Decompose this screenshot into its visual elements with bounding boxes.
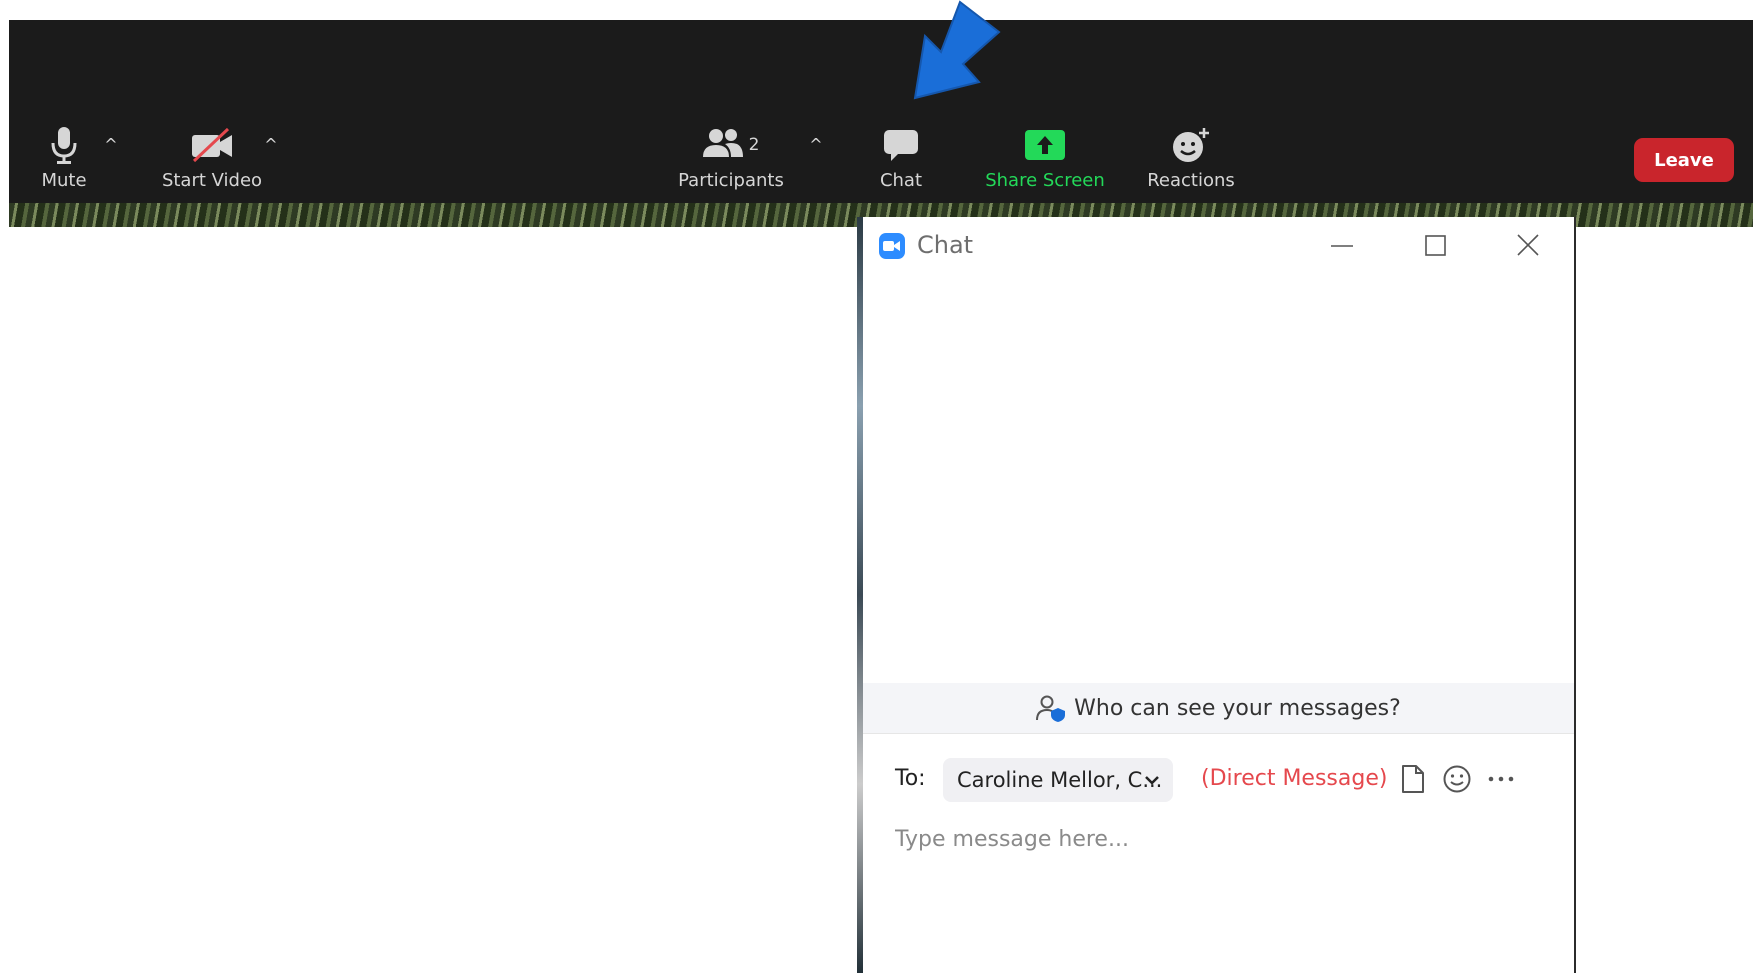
to-label: To: [895, 766, 926, 791]
share-screen-button[interactable]: Share Screen [985, 122, 1105, 191]
chat-window-title: Chat [917, 231, 974, 259]
maximize-icon[interactable] [1418, 229, 1452, 263]
share-screen-label: Share Screen [985, 170, 1105, 191]
participants-button[interactable]: 2 Participants [676, 122, 786, 191]
recipient-dropdown[interactable]: Caroline Mellor, C... [943, 758, 1173, 802]
minimize-icon[interactable] [1325, 229, 1359, 263]
participant-count: 2 [748, 135, 760, 155]
start-video-label: Start Video [161, 170, 263, 191]
chat-bubble-icon [875, 122, 927, 168]
audio-options-caret[interactable]: ^ [101, 135, 121, 154]
participants-label: Participants [678, 170, 784, 191]
direct-message-label: (Direct Message) [1201, 766, 1388, 791]
emoji-icon[interactable] [1440, 762, 1474, 796]
close-icon[interactable] [1511, 229, 1545, 263]
more-icon[interactable] [1484, 762, 1518, 796]
chat-button[interactable]: Chat [875, 122, 927, 191]
video-options-caret[interactable]: ^ [261, 135, 281, 154]
emoji-plus-icon [1146, 122, 1236, 168]
chat-label: Chat [879, 170, 923, 191]
mute-label: Mute [41, 170, 87, 191]
participants-options-caret[interactable]: ^ [806, 135, 826, 154]
message-input[interactable] [893, 813, 1537, 865]
chevron-down-icon [1143, 770, 1161, 794]
share-screen-icon [985, 122, 1105, 168]
start-video-button[interactable]: Start Video [160, 122, 264, 191]
mute-button[interactable]: Mute [35, 122, 93, 191]
file-icon[interactable] [1396, 762, 1430, 796]
participants-icon [702, 127, 743, 164]
annotation-arrow-icon [913, 0, 1001, 100]
video-off-icon [160, 122, 264, 168]
reactions-button[interactable]: Reactions [1146, 122, 1236, 191]
user-shield-icon [1036, 694, 1066, 722]
chat-window: Chat Who can see your messages? To: Caro… [863, 217, 1576, 973]
who-can-see-messages-link[interactable]: Who can see your messages? [863, 683, 1574, 734]
microphone-icon [35, 122, 93, 168]
who-can-see-text: Who can see your messages? [1074, 695, 1401, 721]
zoom-camera-icon [879, 233, 905, 259]
leave-button[interactable]: Leave [1634, 138, 1734, 182]
reactions-label: Reactions [1147, 170, 1235, 191]
recipient-name: Caroline Mellor, C... [957, 768, 1163, 792]
chat-titlebar: Chat [863, 217, 1574, 273]
